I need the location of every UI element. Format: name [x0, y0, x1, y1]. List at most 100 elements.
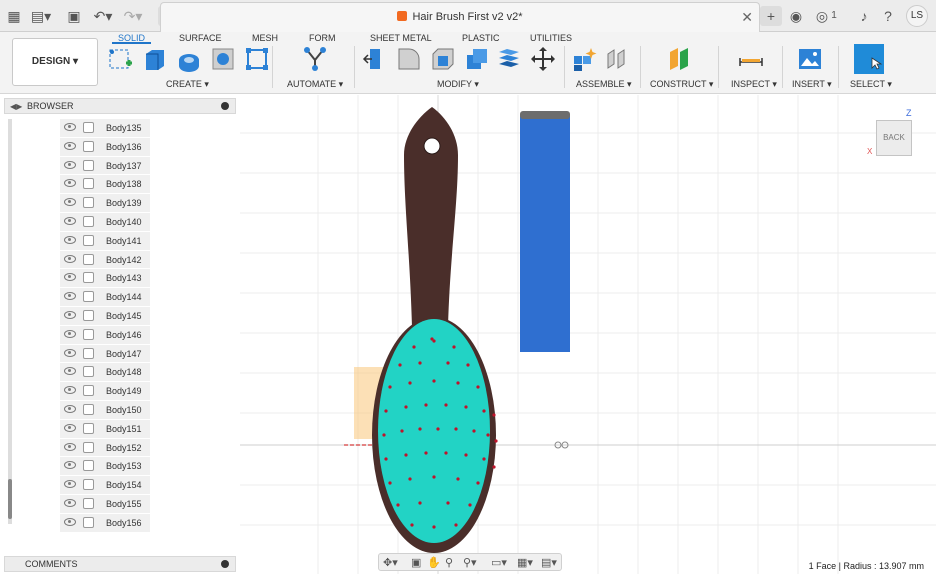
select-cursor-icon[interactable]	[854, 44, 884, 74]
visibility-eye-icon[interactable]	[64, 517, 76, 526]
tab-sheet-metal[interactable]: SHEET METAL	[364, 32, 438, 44]
tab-surface[interactable]: SURFACE	[173, 32, 228, 44]
extrude-icon[interactable]	[142, 46, 168, 72]
tab-form[interactable]: FORM	[303, 32, 342, 44]
visibility-eye-icon[interactable]	[64, 480, 76, 489]
file-menu-icon[interactable]: ▤▾	[30, 6, 52, 26]
close-tab-icon[interactable]: ✕	[741, 9, 753, 26]
pan-hand-icon[interactable]: ✋	[427, 556, 441, 569]
visibility-eye-icon[interactable]	[64, 423, 76, 432]
viewports-icon[interactable]: ▤▾	[541, 556, 557, 569]
automate-icon[interactable]	[302, 46, 328, 72]
list-item[interactable]: Body141	[60, 231, 150, 251]
list-item[interactable]: Body155	[60, 494, 150, 514]
joint-icon[interactable]	[604, 46, 630, 72]
visibility-eye-icon[interactable]	[64, 216, 76, 225]
visibility-eye-icon[interactable]	[64, 198, 76, 207]
insert-image-icon[interactable]	[797, 46, 823, 72]
viewcube[interactable]: BACK	[876, 120, 912, 156]
automate-group-menu[interactable]: AUTOMATE ▾	[287, 79, 343, 90]
browser-header[interactable]: ◀▶ BROWSER	[4, 98, 236, 114]
3d-viewport[interactable]: BACK Z X	[240, 95, 936, 574]
visibility-eye-icon[interactable]	[64, 123, 76, 131]
tab-plastic[interactable]: PLASTIC	[456, 32, 506, 44]
list-item[interactable]: Body148	[60, 363, 150, 383]
create-group-menu[interactable]: CREATE ▾	[166, 79, 209, 90]
assemble-group-menu[interactable]: ASSEMBLE ▾	[576, 79, 632, 90]
modify-group-menu[interactable]: MODIFY ▾	[437, 79, 479, 90]
inspect-group-menu[interactable]: INSPECT ▾	[731, 79, 777, 90]
comments-panel[interactable]: COMMENTS	[4, 556, 236, 572]
orbit-icon[interactable]: ✥▾	[383, 556, 398, 569]
create-form-icon[interactable]	[244, 46, 270, 72]
list-item[interactable]: Body150	[60, 400, 150, 420]
comments-toggle-icon[interactable]	[221, 560, 229, 568]
visibility-eye-icon[interactable]	[64, 442, 76, 451]
list-item[interactable]: Body144	[60, 288, 150, 307]
save-icon[interactable]: ▣	[66, 6, 82, 26]
tab-mesh[interactable]: MESH	[246, 32, 284, 44]
fillet-icon[interactable]	[396, 46, 422, 72]
visibility-eye-icon[interactable]	[64, 179, 76, 188]
pin-panel-icon[interactable]	[221, 102, 229, 110]
list-item[interactable]: Body147	[60, 344, 150, 364]
visibility-eye-icon[interactable]	[64, 310, 76, 319]
list-item[interactable]: Body151	[60, 419, 150, 439]
document-tab[interactable]: Hair Brush First v2 v2* ✕	[160, 2, 760, 32]
list-item[interactable]: Body145	[60, 306, 150, 326]
press-pull-icon[interactable]	[362, 46, 388, 72]
job-status-icon[interactable]: ◎	[814, 6, 830, 26]
visibility-eye-icon[interactable]	[64, 160, 76, 169]
apps-grid-icon[interactable]: ▦	[6, 6, 22, 26]
list-item[interactable]: Body154	[60, 476, 150, 495]
notification-bell-icon[interactable]: ♪	[856, 6, 872, 26]
split-body-icon[interactable]	[496, 46, 522, 72]
redo-icon[interactable]: ↷▾	[122, 6, 144, 26]
list-item[interactable]: Body153	[60, 457, 150, 477]
extensions-icon[interactable]: ◉	[788, 6, 804, 26]
zoom-icon[interactable]: ⚲	[445, 556, 453, 569]
fit-zoom-icon[interactable]: ⚲▾	[463, 556, 477, 569]
visibility-eye-icon[interactable]	[64, 498, 76, 507]
help-icon[interactable]: ?	[880, 6, 896, 26]
workspace-switcher-button[interactable]: DESIGN ▾	[12, 38, 98, 86]
select-group-menu[interactable]: SELECT ▾	[850, 79, 892, 90]
collapse-arrow-icon[interactable]: ◀▶	[10, 102, 22, 111]
list-item[interactable]: Body140	[60, 212, 150, 232]
visibility-eye-icon[interactable]	[64, 273, 76, 282]
user-avatar[interactable]: LS	[906, 5, 928, 27]
hole-icon[interactable]	[210, 46, 236, 72]
visibility-eye-icon[interactable]	[64, 141, 76, 150]
list-item[interactable]: Body146	[60, 325, 150, 345]
visibility-eye-icon[interactable]	[64, 404, 76, 413]
visibility-eye-icon[interactable]	[64, 235, 76, 244]
list-item[interactable]: Body149	[60, 382, 150, 401]
tab-solid[interactable]: SOLID	[112, 32, 152, 44]
list-item[interactable]: Body142	[60, 250, 150, 270]
list-item[interactable]: Body136	[60, 137, 150, 157]
tab-utilities[interactable]: UTILITIES	[524, 32, 578, 44]
visibility-eye-icon[interactable]	[64, 292, 76, 301]
visibility-eye-icon[interactable]	[64, 348, 76, 357]
create-sketch-icon[interactable]	[108, 46, 134, 72]
list-item[interactable]: Body139	[60, 194, 150, 213]
visibility-eye-icon[interactable]	[64, 367, 76, 376]
scroll-thumb[interactable]	[8, 479, 12, 519]
revolve-icon[interactable]	[176, 46, 202, 72]
construct-group-menu[interactable]: CONSTRUCT ▾	[650, 79, 713, 90]
visibility-eye-icon[interactable]	[64, 386, 76, 395]
offset-plane-icon[interactable]	[666, 46, 692, 72]
look-at-icon[interactable]: ▣	[411, 556, 421, 569]
browser-scrollbar[interactable]	[8, 119, 12, 524]
measure-icon[interactable]	[738, 46, 764, 72]
display-settings-icon[interactable]: ▭▾	[491, 556, 507, 569]
list-item[interactable]: Body138	[60, 175, 150, 195]
new-tab-icon[interactable]: +	[760, 6, 782, 26]
undo-icon[interactable]: ↶▾	[92, 6, 114, 26]
visibility-eye-icon[interactable]	[64, 329, 76, 338]
list-item[interactable]: Body152	[60, 438, 150, 458]
visibility-eye-icon[interactable]	[64, 461, 76, 470]
shell-icon[interactable]	[464, 46, 490, 72]
list-item[interactable]: Body137	[60, 156, 150, 176]
new-component-icon[interactable]	[572, 46, 598, 72]
